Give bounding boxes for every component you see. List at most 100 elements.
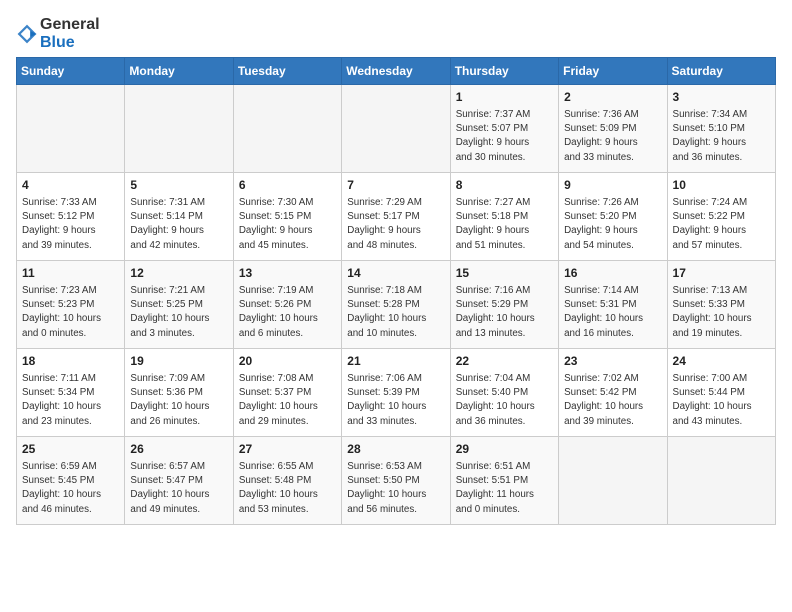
day-number: 15: [456, 265, 553, 282]
week-row-3: 11 Sunrise: 7:23 AMSunset: 5:23 PMDayligh…: [17, 261, 776, 349]
day-number: 19: [130, 353, 227, 370]
day-number: 21: [347, 353, 444, 370]
header-friday: Friday: [559, 58, 667, 85]
day-number: 6: [239, 177, 336, 194]
day-info: Sunrise: 7:21 AMSunset: 5:25 PMDaylight:…: [130, 284, 227, 341]
day-cell: 18 Sunrise: 7:11 AMSunset: 5:34 PMDayligh…: [17, 349, 125, 437]
day-number: 13: [239, 265, 336, 282]
calendar-body: 1 Sunrise: 7:37 AMSunset: 5:07 PMDaylight…: [17, 85, 776, 525]
day-number: 8: [456, 177, 553, 194]
day-cell: 17Sunrise: 7:13 AMSunset: 5:33 PMDayligh…: [667, 261, 775, 349]
week-row-5: 25Sunrise: 6:59 AMSunset: 5:45 PMDayligh…: [17, 437, 776, 525]
day-info: Sunrise: 7:27 AMSunset: 5:18 PMDaylight:…: [456, 196, 553, 253]
day-cell: 3 Sunrise: 7:34 AMSunset: 5:10 PMDaylight…: [667, 85, 775, 173]
day-number: 20: [239, 353, 336, 370]
day-info: Sunrise: 7:26 AMSunset: 5:20 PMDaylight:…: [564, 196, 661, 253]
day-cell: 20 Sunrise: 7:08 AMSunset: 5:37 PMDayligh…: [233, 349, 341, 437]
day-number: 7: [347, 177, 444, 194]
day-number: 26: [130, 441, 227, 458]
day-cell: 24 Sunrise: 7:00 AMSunset: 5:44 PMDayligh…: [667, 349, 775, 437]
header-monday: Monday: [125, 58, 233, 85]
day-cell: [342, 85, 450, 173]
day-cell: 25Sunrise: 6:59 AMSunset: 5:45 PMDayligh…: [17, 437, 125, 525]
day-cell: 23 Sunrise: 7:02 AMSunset: 5:42 PMDayligh…: [559, 349, 667, 437]
day-cell: 14Sunrise: 7:18 AMSunset: 5:28 PMDayligh…: [342, 261, 450, 349]
day-cell: 28 Sunrise: 6:53 AMSunset: 5:50 PMDayligh…: [342, 437, 450, 525]
logo: General Blue: [16, 16, 100, 51]
day-info: Sunrise: 6:59 AMSunset: 5:45 PMDaylight:…: [22, 460, 119, 517]
header: General Blue: [16, 16, 776, 51]
day-cell: [233, 85, 341, 173]
day-cell: [17, 85, 125, 173]
day-cell: [125, 85, 233, 173]
day-cell: 12 Sunrise: 7:21 AMSunset: 5:25 PMDayligh…: [125, 261, 233, 349]
day-number: 22: [456, 353, 553, 370]
day-info: Sunrise: 6:53 AMSunset: 5:50 PMDaylight:…: [347, 460, 444, 517]
day-number: 27: [239, 441, 336, 458]
day-info: Sunrise: 7:04 AMSunset: 5:40 PMDaylight:…: [456, 372, 553, 429]
day-cell: 27 Sunrise: 6:55 AMSunset: 5:48 PMDayligh…: [233, 437, 341, 525]
day-info: Sunrise: 7:14 AMSunset: 5:31 PMDaylight:…: [564, 284, 661, 341]
day-number: 3: [673, 89, 770, 106]
day-info: Sunrise: 7:33 AMSunset: 5:12 PMDaylight:…: [22, 196, 119, 253]
day-cell: 7 Sunrise: 7:29 AMSunset: 5:17 PMDaylight…: [342, 173, 450, 261]
day-cell: 1 Sunrise: 7:37 AMSunset: 5:07 PMDaylight…: [450, 85, 558, 173]
day-info: Sunrise: 7:30 AMSunset: 5:15 PMDaylight:…: [239, 196, 336, 253]
header-sunday: Sunday: [17, 58, 125, 85]
day-cell: 29Sunrise: 6:51 AMSunset: 5:51 PMDayligh…: [450, 437, 558, 525]
day-cell: 21 Sunrise: 7:06 AMSunset: 5:39 PMDayligh…: [342, 349, 450, 437]
day-number: 23: [564, 353, 661, 370]
day-cell: 5Sunrise: 7:31 AMSunset: 5:14 PMDaylight…: [125, 173, 233, 261]
day-number: 17: [673, 265, 770, 282]
day-number: 14: [347, 265, 444, 282]
header-tuesday: Tuesday: [233, 58, 341, 85]
week-row-1: 1 Sunrise: 7:37 AMSunset: 5:07 PMDaylight…: [17, 85, 776, 173]
day-info: Sunrise: 7:23 AMSunset: 5:23 PMDaylight:…: [22, 284, 119, 341]
day-number: 28: [347, 441, 444, 458]
header-wednesday: Wednesday: [342, 58, 450, 85]
day-info: Sunrise: 7:16 AMSunset: 5:29 PMDaylight:…: [456, 284, 553, 341]
day-cell: 19 Sunrise: 7:09 AMSunset: 5:36 PMDayligh…: [125, 349, 233, 437]
day-info: Sunrise: 7:02 AMSunset: 5:42 PMDaylight:…: [564, 372, 661, 429]
header-thursday: Thursday: [450, 58, 558, 85]
day-cell: 10 Sunrise: 7:24 AMSunset: 5:22 PMDayligh…: [667, 173, 775, 261]
day-cell: 26Sunrise: 6:57 AMSunset: 5:47 PMDayligh…: [125, 437, 233, 525]
day-cell: 2Sunrise: 7:36 AMSunset: 5:09 PMDaylight…: [559, 85, 667, 173]
day-info: Sunrise: 6:55 AMSunset: 5:48 PMDaylight:…: [239, 460, 336, 517]
day-number: 24: [673, 353, 770, 370]
day-info: Sunrise: 7:11 AMSunset: 5:34 PMDaylight:…: [22, 372, 119, 429]
day-info: Sunrise: 7:09 AMSunset: 5:36 PMDaylight:…: [130, 372, 227, 429]
day-cell: 6 Sunrise: 7:30 AMSunset: 5:15 PMDaylight…: [233, 173, 341, 261]
day-info: Sunrise: 7:34 AMSunset: 5:10 PMDaylight:…: [673, 108, 770, 165]
day-info: Sunrise: 7:37 AMSunset: 5:07 PMDaylight:…: [456, 108, 553, 165]
day-number: 18: [22, 353, 119, 370]
week-row-2: 4Sunrise: 7:33 AMSunset: 5:12 PMDaylight…: [17, 173, 776, 261]
day-number: 16: [564, 265, 661, 282]
logo-text: General Blue: [40, 16, 100, 51]
day-cell: [559, 437, 667, 525]
calendar-header: SundayMondayTuesdayWednesdayThursdayFrid…: [17, 58, 776, 85]
day-number: 1: [456, 89, 553, 106]
day-info: Sunrise: 7:29 AMSunset: 5:17 PMDaylight:…: [347, 196, 444, 253]
day-cell: 22 Sunrise: 7:04 AMSunset: 5:40 PMDayligh…: [450, 349, 558, 437]
day-cell: 16 Sunrise: 7:14 AMSunset: 5:31 PMDayligh…: [559, 261, 667, 349]
day-number: 10: [673, 177, 770, 194]
day-cell: 15 Sunrise: 7:16 AMSunset: 5:29 PMDayligh…: [450, 261, 558, 349]
header-saturday: Saturday: [667, 58, 775, 85]
day-info: Sunrise: 7:19 AMSunset: 5:26 PMDaylight:…: [239, 284, 336, 341]
day-number: 11: [22, 265, 119, 282]
day-info: Sunrise: 7:08 AMSunset: 5:37 PMDaylight:…: [239, 372, 336, 429]
week-row-4: 18 Sunrise: 7:11 AMSunset: 5:34 PMDayligh…: [17, 349, 776, 437]
day-info: Sunrise: 7:06 AMSunset: 5:39 PMDaylight:…: [347, 372, 444, 429]
day-number: 12: [130, 265, 227, 282]
day-cell: 9 Sunrise: 7:26 AMSunset: 5:20 PMDaylight…: [559, 173, 667, 261]
day-cell: 13 Sunrise: 7:19 AMSunset: 5:26 PMDayligh…: [233, 261, 341, 349]
day-number: 9: [564, 177, 661, 194]
day-info: Sunrise: 7:24 AMSunset: 5:22 PMDaylight:…: [673, 196, 770, 253]
day-cell: 4Sunrise: 7:33 AMSunset: 5:12 PMDaylight…: [17, 173, 125, 261]
day-cell: 11 Sunrise: 7:23 AMSunset: 5:23 PMDayligh…: [17, 261, 125, 349]
header-row: SundayMondayTuesdayWednesdayThursdayFrid…: [17, 58, 776, 85]
day-cell: 8 Sunrise: 7:27 AMSunset: 5:18 PMDaylight…: [450, 173, 558, 261]
day-info: Sunrise: 7:31 AMSunset: 5:14 PMDaylight:…: [130, 196, 227, 253]
day-info: Sunrise: 7:00 AMSunset: 5:44 PMDaylight:…: [673, 372, 770, 429]
